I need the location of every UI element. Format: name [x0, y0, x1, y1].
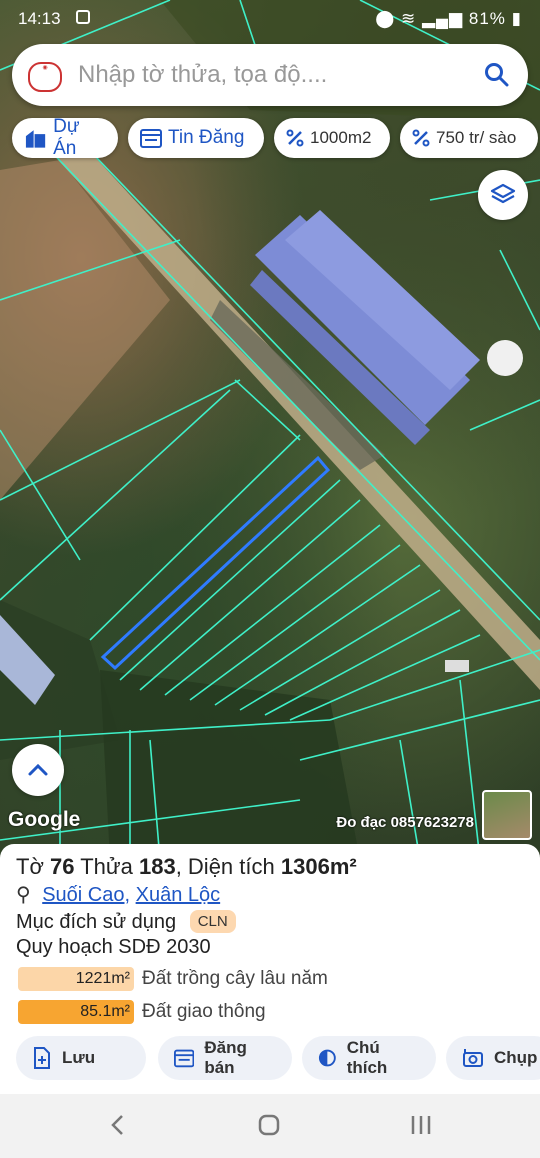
- chip-tin-dang-label: Tin Đăng: [168, 127, 245, 148]
- chip-tin-dang[interactable]: Tin Đăng: [128, 118, 264, 158]
- save-button[interactable]: Lưu: [16, 1036, 146, 1080]
- percent-icon: [412, 129, 430, 147]
- layers-button[interactable]: [478, 170, 528, 220]
- search-bar[interactable]: ◉ Nhập tờ thửa, tọa độ....: [12, 44, 528, 106]
- chip-area-filter[interactable]: 1000m2: [274, 118, 390, 158]
- camera-plus-icon: [463, 1049, 483, 1067]
- capture-label: Chụp: [494, 1048, 538, 1067]
- plan-item: 1221m² Đất trồng cây lâu năm: [18, 966, 328, 992]
- google-watermark: Google: [8, 808, 81, 831]
- location-pin-icon: ⚲: [16, 884, 31, 906]
- district-link[interactable]: Xuân Lộc: [136, 884, 221, 906]
- building-icon: [25, 130, 46, 148]
- system-nav-bar: [0, 1094, 540, 1158]
- chip-area-label: 1000m2: [310, 128, 372, 147]
- parcel-number: 183: [138, 854, 176, 879]
- parcel-title: Tờ 76 Thửa 183, Diện tích 1306m²: [16, 854, 357, 879]
- home-icon[interactable]: [258, 1114, 280, 1142]
- search-icon[interactable]: [484, 62, 510, 88]
- parcel-label: Thửa: [80, 854, 133, 879]
- chip-du-an-label: Dự Án: [53, 116, 80, 159]
- sheet-number: 76: [50, 854, 75, 879]
- status-icons: ⬤ ≋ ▂▄▆ 81% ▮: [375, 9, 522, 29]
- sheet-label: Tờ: [16, 854, 44, 879]
- purpose-code-badge: CLN: [189, 910, 236, 933]
- purpose-label: Mục đích sử dụng: [16, 911, 177, 933]
- plan-area-bar: 85.1m²: [18, 1000, 134, 1024]
- battery-text: 81%: [468, 9, 506, 28]
- post-sale-label: Đăng bán: [204, 1038, 247, 1077]
- chip-du-an[interactable]: Dự Án: [12, 116, 118, 159]
- status-bar: 14:13 ⬤ ≋ ▂▄▆ 81% ▮: [0, 0, 540, 40]
- add-file-icon: [34, 1047, 50, 1069]
- app-logo: ◉: [28, 62, 62, 92]
- commune-link[interactable]: Suối Cao: [42, 884, 124, 906]
- contrast-icon: [318, 1049, 336, 1067]
- capture-button[interactable]: Chụp: [446, 1036, 540, 1080]
- expand-up-button[interactable]: [12, 744, 64, 796]
- recent-apps-icon[interactable]: [410, 1114, 432, 1142]
- clock: 14:13: [18, 9, 61, 28]
- search-placeholder[interactable]: Nhập tờ thửa, tọa độ....: [78, 61, 327, 89]
- location-icon: ⬤: [375, 9, 396, 28]
- land-use-purpose: Mục đích sử dụng CLN: [16, 910, 236, 934]
- app-notification-icon: [76, 10, 90, 24]
- legend-button[interactable]: Chú thích: [302, 1036, 436, 1080]
- save-button-label: Lưu: [62, 1048, 96, 1067]
- parcel-location: ⚲ Suối Cao, Xuân Lộc: [16, 884, 221, 906]
- location-marker-button[interactable]: [487, 340, 523, 376]
- survey-contact[interactable]: Đo đạc 0857623278: [336, 814, 474, 831]
- legend-label: Chú thích: [346, 1038, 388, 1077]
- signal-icon: ▂▄▆: [421, 9, 464, 28]
- post-sale-button[interactable]: Đăng bán: [158, 1036, 292, 1080]
- chevron-up-icon: [28, 763, 48, 776]
- chip-price-label: 750 tr/ sào: [436, 128, 517, 147]
- parcel-info-sheet: Tờ 76 Thửa 183, Diện tích 1306m² ⚲ Suối …: [0, 844, 540, 1094]
- plan-area-bar: 1221m²: [18, 967, 134, 991]
- area-label: Diện tích: [187, 854, 275, 879]
- plan-item-label: Đất giao thông: [142, 1001, 266, 1022]
- plan-item-label: Đất trồng cây lâu năm: [142, 968, 328, 989]
- calendar-list-icon: [140, 129, 162, 148]
- area-value: 1306m²: [280, 854, 357, 879]
- battery-icon: ▮: [511, 9, 522, 28]
- percent-icon: [286, 129, 304, 147]
- plan-title: Quy hoạch SDĐ 2030: [16, 936, 211, 958]
- wifi-icon: ≋: [400, 9, 417, 28]
- chip-price-filter[interactable]: 750 tr/ sào: [400, 118, 538, 158]
- streetview-thumbnail[interactable]: [482, 790, 532, 840]
- calendar-icon: [174, 1049, 195, 1068]
- plan-item: 85.1m² Đất giao thông: [18, 999, 266, 1025]
- layers-icon: [490, 183, 516, 204]
- back-icon[interactable]: [110, 1114, 126, 1142]
